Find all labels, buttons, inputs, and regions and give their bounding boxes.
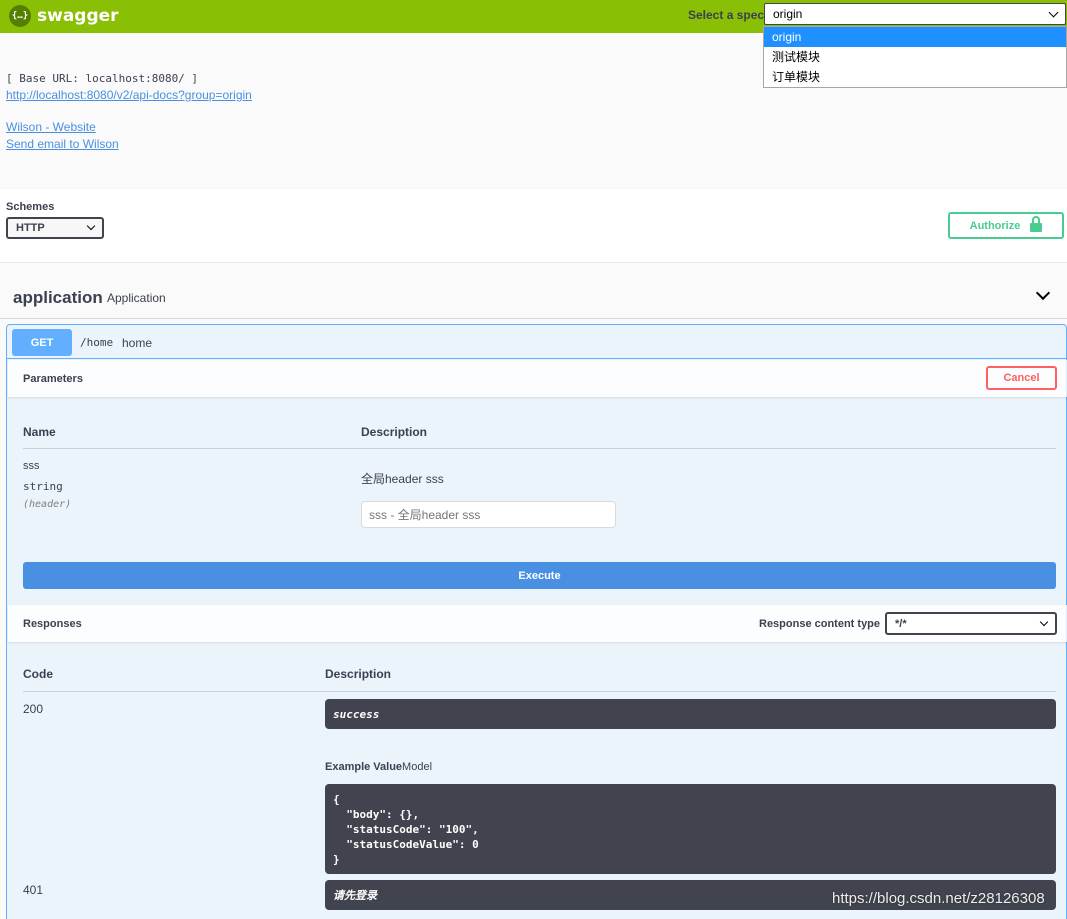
authorize-label: Authorize (969, 219, 1021, 232)
response-content-type-select[interactable]: */* (885, 612, 1057, 635)
param-description: 全局header sss (361, 472, 444, 486)
response-content-type-value: */* (895, 617, 907, 630)
lock-icon (1030, 215, 1043, 232)
response-col-description: Description (325, 667, 392, 681)
watermark: https://blog.csdn.net/z28126308 (832, 890, 1045, 907)
param-col-name: Name (23, 425, 56, 439)
parameters-header: Parameters Cancel (8, 360, 1067, 397)
response-content-type-label: Response content type (759, 618, 881, 630)
param-type: string (23, 480, 63, 493)
chevron-down-icon[interactable] (1035, 285, 1051, 301)
swagger-logo[interactable]: {…} swagger (9, 5, 119, 27)
schemes-select-value: HTTP (16, 222, 45, 234)
spec-label: Select a spec (688, 8, 765, 22)
swagger-logo-icon: {…} (9, 5, 31, 27)
chevron-down-icon (86, 221, 96, 231)
method-badge: GET (12, 329, 72, 356)
param-sss-input[interactable] (361, 501, 616, 528)
opblock-summary[interactable]: GET /home home (7, 325, 1066, 359)
example-value-tab-label: Example Value (325, 761, 403, 773)
model-tab[interactable]: Model (402, 761, 432, 773)
execute-button[interactable]: Execute (23, 562, 1056, 589)
example-value-code: { "body": {}, "statusCode": "100", "stat… (325, 784, 1056, 874)
spec-select[interactable]: origin (764, 3, 1066, 25)
spec-option-test[interactable]: 测试模块 (764, 47, 1066, 67)
operation-path: /home (80, 336, 114, 349)
schemes-select[interactable]: HTTP (6, 217, 104, 239)
email-link[interactable]: Send email to Wilson (6, 137, 119, 151)
divider (23, 448, 1056, 449)
cancel-button[interactable]: Cancel (986, 366, 1057, 390)
chevron-down-icon (1039, 617, 1049, 626)
spec-select-value: origin (773, 7, 803, 21)
response-code-401: 401 (23, 883, 44, 897)
example-value-tab[interactable]: Example ValueModel (325, 761, 432, 773)
tag-description: Application (107, 291, 166, 305)
param-name: sss (23, 460, 40, 472)
api-docs-link[interactable]: http://localhost:8080/v2/api-docs?group=… (6, 88, 252, 102)
base-url: [ Base URL: localhost:8080/ ] (6, 72, 199, 85)
responses-header: Responses Response content type */* (8, 605, 1067, 642)
chevron-down-icon (1048, 7, 1059, 17)
spec-option-order[interactable]: 订单模块 (764, 67, 1066, 87)
schemes-section: Schemes HTTP Authorize (0, 189, 1067, 263)
opblock-get-home: GET /home home Parameters Cancel Name De… (6, 324, 1067, 919)
param-in: (header) (23, 499, 72, 510)
tag-name: application (13, 288, 103, 307)
response-code-200: 200 (23, 702, 44, 716)
responses-title: Responses (23, 618, 82, 630)
response-col-code: Code (23, 667, 53, 681)
operation-summary: home (122, 336, 153, 350)
param-col-description: Description (361, 425, 428, 439)
authorize-button[interactable]: Authorize (948, 212, 1064, 239)
spec-dropdown: origin 测试模块 订单模块 (763, 26, 1067, 88)
spec-option-origin[interactable]: origin (764, 27, 1066, 47)
tag-header-application[interactable]: application Application (0, 278, 1067, 319)
schemes-title: Schemes (6, 201, 55, 213)
website-link[interactable]: Wilson - Website (6, 120, 96, 134)
divider (23, 691, 1056, 692)
swagger-logo-text: swagger (37, 6, 119, 26)
parameters-title: Parameters (23, 373, 83, 385)
response-description-200: success (325, 699, 1056, 729)
